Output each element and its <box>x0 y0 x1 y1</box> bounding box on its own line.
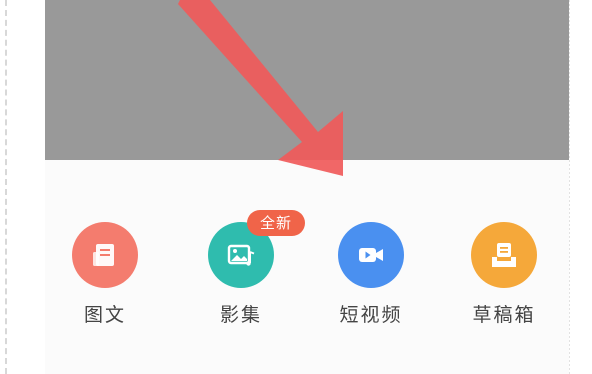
drafts-icon <box>492 243 516 267</box>
post-option-label: 短视频 <box>339 304 403 326</box>
phone-screen: 图文 影集 短视频 草稿箱 <box>45 0 569 374</box>
post-type-sheet: 图文 影集 短视频 草稿箱 <box>45 160 569 374</box>
post-option-label: 图文 <box>83 304 126 326</box>
screenshot-page: 图文 影集 短视频 草稿箱 全新 <box>0 0 592 374</box>
video-camera-icon <box>359 248 383 262</box>
article-icon-circle <box>72 222 138 288</box>
post-option-label: 影集 <box>219 304 262 326</box>
dimmed-background-overlay[interactable] <box>45 0 569 160</box>
post-option-article[interactable]: 图文 <box>55 222 155 332</box>
new-badge: 全新 <box>247 210 305 236</box>
photo-album-icon <box>227 244 255 266</box>
left-border-line <box>5 0 7 374</box>
article-icon <box>93 244 114 266</box>
post-option-short-video[interactable]: 短视频 <box>321 222 421 332</box>
video-camera-icon-circle <box>338 222 404 288</box>
drafts-icon-circle <box>471 222 537 288</box>
post-option-album[interactable]: 影集 <box>191 222 291 332</box>
post-option-drafts[interactable]: 草稿箱 <box>454 222 554 332</box>
post-option-label: 草稿箱 <box>472 304 536 326</box>
